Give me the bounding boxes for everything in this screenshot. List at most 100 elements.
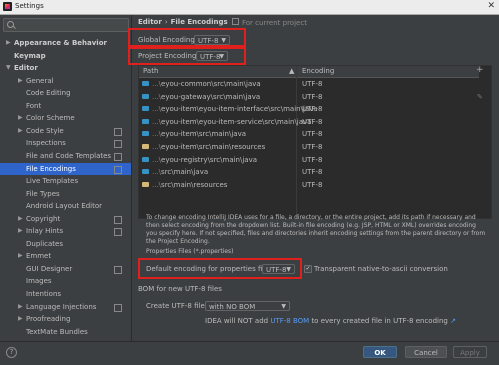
row-encoding[interactable]: UTF-8	[302, 116, 322, 128]
window-title: Settings	[15, 2, 44, 10]
collapsed-arrow-icon[interactable]: ▶	[18, 301, 23, 313]
expanded-arrow-icon[interactable]: ▼	[6, 62, 11, 74]
sidebar-item-emmet[interactable]: ▶ Emmet	[0, 250, 131, 262]
sidebar-item-label: Keymap	[14, 51, 46, 60]
project-scope-icon	[114, 165, 122, 174]
sidebar-item-label: File and Code Templates	[26, 151, 112, 160]
sidebar-item-label: Emmet	[26, 252, 52, 261]
sidebar-item-textmate-bundles[interactable]: TextMate Bundles	[0, 326, 131, 338]
sidebar-item-intentions[interactable]: Intentions	[0, 288, 131, 300]
sidebar-item-duplicates[interactable]: Duplicates	[0, 238, 131, 250]
sidebar-item-label: Inspections	[26, 139, 66, 148]
sidebar-item-label: Proofreading	[26, 315, 71, 324]
sidebar-item-label: File Types	[26, 189, 60, 198]
row-encoding[interactable]: UTF-8	[302, 78, 322, 90]
table-row[interactable]: ...\eyou-registry\src\main\java UTF-8	[139, 154, 479, 166]
sidebar-item-inlay-hints[interactable]: ▶ Inlay Hints	[0, 225, 131, 237]
encoding-description: To change encoding IntelliJ IDEA uses fo…	[146, 214, 486, 245]
collapsed-arrow-icon[interactable]: ▶	[18, 313, 23, 325]
sidebar-item-gui-designer[interactable]: GUI Designer	[0, 263, 131, 275]
sidebar-item-code-editing[interactable]: Code Editing	[0, 87, 131, 99]
create-utf8-files-value: with NO BOM	[209, 303, 256, 311]
sidebar-item-file-and-code-templates[interactable]: File and Code Templates	[0, 150, 131, 162]
cancel-button[interactable]: Cancel	[405, 346, 447, 358]
create-utf8-files-select[interactable]: with NO BOM ▼	[205, 301, 290, 311]
encodings-table[interactable]: Path ▲ Encoding ...\eyou-common\src\main…	[138, 65, 492, 219]
sidebar-item-live-templates[interactable]: Live Templates	[0, 175, 131, 187]
table-row[interactable]: ...\eyou-common\src\main\java UTF-8	[139, 78, 479, 90]
sidebar-item-proofreading[interactable]: ▶ Proofreading	[0, 313, 131, 325]
sidebar-item-code-style[interactable]: ▶ Code Style	[0, 125, 131, 137]
row-path: ...\eyou-item\eyou-item-service\src\main…	[152, 116, 311, 128]
utf8-bom-link[interactable]: UTF-8 BOM	[270, 317, 309, 325]
row-encoding[interactable]: UTF-8	[302, 128, 322, 140]
sidebar-item-label: Intentions	[26, 290, 62, 298]
row-encoding[interactable]: UTF-8	[302, 179, 322, 191]
close-window-icon[interactable]: ✕	[487, 1, 495, 11]
source-folder-icon	[142, 106, 149, 112]
column-header-encoding[interactable]: Encoding	[302, 67, 334, 75]
source-folder-icon	[142, 131, 149, 137]
row-path-value: eyou-item\src\main\resources	[161, 143, 266, 151]
sidebar-item-general[interactable]: ▶ General	[0, 75, 131, 87]
collapsed-arrow-icon[interactable]: ▶	[18, 112, 23, 124]
collapsed-arrow-icon[interactable]: ▶	[6, 37, 11, 49]
apply-button[interactable]: Apply	[453, 346, 487, 358]
sidebar-item-images[interactable]: Images	[0, 275, 131, 287]
row-path-value: eyou-gateway\src\main\java	[161, 92, 261, 101]
sidebar-item-label: Images	[26, 277, 52, 286]
row-encoding[interactable]: UTF-8	[302, 154, 322, 166]
collapsed-arrow-icon[interactable]: ▶	[18, 213, 23, 225]
row-path: ...\eyou-item\src\main\resources	[152, 141, 265, 153]
row-path-prefix: ...\	[152, 92, 162, 101]
sidebar-item-font[interactable]: Font	[0, 100, 131, 112]
breadcrumb-parent[interactable]: Editor	[138, 18, 162, 26]
row-path: ...\eyou-item\eyou-item-interface\src\ma…	[152, 103, 318, 115]
bom-note: IDEA will NOT add UTF-8 BOM to every cre…	[205, 317, 456, 325]
bom-section-title: BOM for new UTF-8 files	[138, 285, 222, 293]
table-row[interactable]: ...\eyou-item\src\main\java UTF-8	[139, 128, 479, 140]
external-link-icon[interactable]: ↗	[450, 317, 456, 325]
row-path-value: eyou-item\src\main\java	[161, 130, 247, 139]
sidebar-item-editor[interactable]: ▼ Editor	[0, 62, 131, 74]
collapsed-arrow-icon[interactable]: ▶	[18, 225, 23, 237]
help-icon[interactable]: ?	[6, 347, 17, 358]
sidebar-item-label: Live Templates	[26, 177, 79, 186]
sidebar-item-label: Android Layout Editor	[26, 202, 103, 211]
sidebar-item-color-scheme[interactable]: ▶ Color Scheme	[0, 112, 131, 124]
sidebar-item-label: Font	[26, 101, 42, 110]
row-encoding[interactable]: UTF-8	[302, 141, 322, 153]
row-encoding[interactable]: UTF-8	[302, 166, 322, 178]
sidebar-item-android-layout-editor[interactable]: Android Layout Editor	[0, 200, 131, 212]
row-encoding[interactable]: UTF-8	[302, 103, 322, 115]
sidebar-item-inspections[interactable]: Inspections	[0, 137, 131, 149]
add-path-icon[interactable]: +	[476, 65, 484, 75]
source-folder-icon	[142, 118, 149, 124]
column-header-path[interactable]: Path	[143, 67, 158, 75]
sidebar-item-appearance-behavior[interactable]: ▶ Appearance & Behavior	[0, 37, 131, 49]
row-path-prefix: ...\	[152, 80, 162, 88]
table-row[interactable]: ...\src\main\java UTF-8	[139, 166, 479, 178]
table-row[interactable]: ...\eyou-item\eyou-item-interface\src\ma…	[139, 103, 479, 115]
sidebar-item-file-encodings[interactable]: File Encodings	[0, 162, 131, 175]
sidebar-item-file-types[interactable]: File Types	[0, 188, 131, 200]
ok-button[interactable]: OK	[363, 346, 397, 358]
sidebar-item-copyright[interactable]: ▶ Copyright	[0, 213, 131, 225]
table-row[interactable]: ...\eyou-item\eyou-item-service\src\main…	[139, 116, 479, 128]
row-encoding[interactable]: UTF-8	[302, 91, 322, 103]
table-row[interactable]: ...\src\main\resources UTF-8	[139, 179, 479, 191]
native-to-ascii-checkbox[interactable]: ✓	[304, 265, 312, 273]
edit-path-icon[interactable]: ✎	[477, 93, 483, 101]
sort-ascending-icon: ▲	[289, 67, 295, 75]
resources-folder-icon	[142, 181, 149, 187]
table-row[interactable]: ...\eyou-gateway\src\main\java UTF-8	[139, 91, 479, 103]
highlight-project-encoding	[128, 47, 246, 65]
collapsed-arrow-icon[interactable]: ▶	[18, 125, 23, 137]
sidebar-item-language-injections[interactable]: ▶ Language Injections	[0, 301, 131, 313]
collapsed-arrow-icon[interactable]: ▶	[18, 75, 23, 87]
table-header: Path ▲ Encoding	[139, 66, 479, 78]
table-row[interactable]: ...\eyou-item\src\main\resources UTF-8	[139, 141, 479, 153]
sidebar-item-keymap[interactable]: Keymap	[0, 50, 131, 62]
settings-search-input[interactable]	[3, 18, 129, 32]
collapsed-arrow-icon[interactable]: ▶	[18, 250, 23, 262]
